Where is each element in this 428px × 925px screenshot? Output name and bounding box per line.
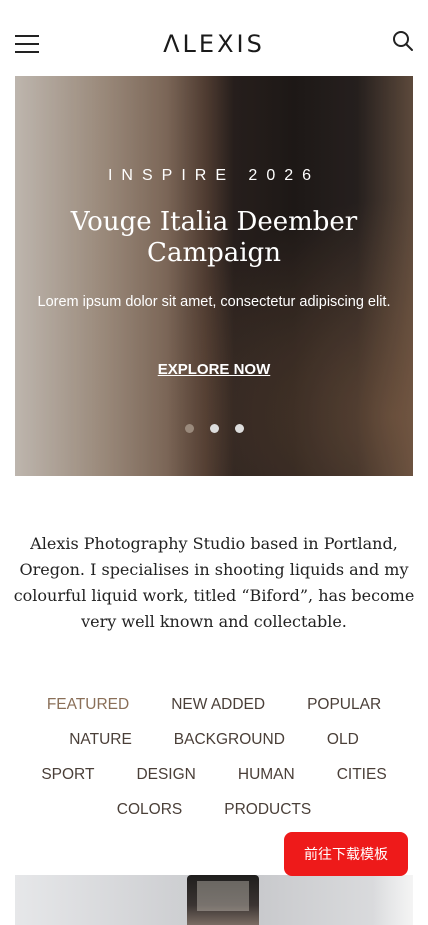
filter-nature[interactable]: NATURE — [69, 722, 132, 757]
about-text: Alexis Photography Studio based in Portl… — [13, 534, 415, 631]
slider-dot-2[interactable] — [209, 424, 219, 433]
filter-old[interactable]: OLD — [327, 722, 359, 757]
site-header: ΛLEXIS — [0, 0, 428, 76]
filter-products[interactable]: PRODUCTS — [224, 792, 311, 827]
filter-human[interactable]: HUMAN — [238, 757, 295, 792]
portfolio-item-image[interactable] — [15, 875, 413, 925]
slider-dot-3[interactable] — [234, 424, 244, 433]
portfolio-filters: FEATURED NEW ADDED POPULAR NATURE BACKGR… — [10, 687, 418, 827]
filter-featured[interactable]: FEATURED — [47, 687, 129, 722]
hero-eyebrow: INSPIRE 2026 — [107, 167, 321, 184]
slider-pagination — [15, 424, 413, 433]
filter-background[interactable]: BACKGROUND — [174, 722, 285, 757]
download-template-button[interactable]: 前往下载模板 — [284, 832, 408, 876]
filter-design[interactable]: DESIGN — [136, 757, 195, 792]
filter-sport[interactable]: SPORT — [41, 757, 94, 792]
hero-title: Vouge Italia Deember Campaign — [70, 207, 358, 268]
hero-text: Lorem ipsum dolor sit amet, consectetur … — [37, 294, 391, 310]
hero-slider: INSPIRE 2026 Vouge Italia Deember Campai… — [15, 76, 413, 476]
explore-now-link[interactable]: EXPLORE NOW — [158, 361, 271, 378]
slider-dot-1[interactable] — [184, 424, 194, 433]
search-icon[interactable] — [392, 30, 414, 52]
filter-new-added[interactable]: NEW ADDED — [171, 687, 265, 722]
filter-colors[interactable]: COLORS — [117, 792, 182, 827]
site-logo[interactable]: ΛLEXIS — [0, 30, 428, 58]
filter-popular[interactable]: POPULAR — [307, 687, 381, 722]
filter-cities[interactable]: CITIES — [337, 757, 387, 792]
